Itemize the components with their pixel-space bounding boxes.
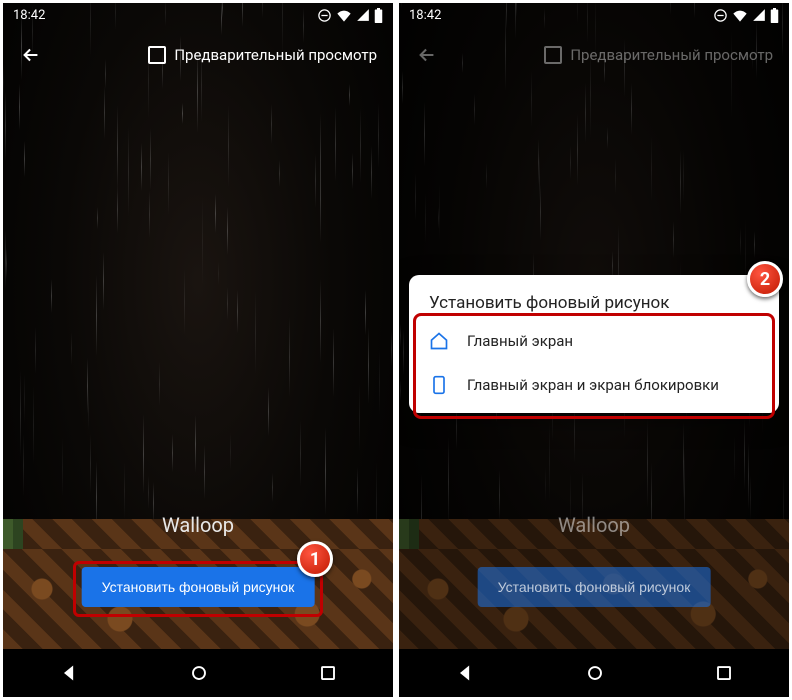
nav-recent-icon[interactable] xyxy=(319,664,337,682)
wifi-icon xyxy=(732,8,748,22)
dnd-icon xyxy=(713,8,728,23)
lock-screen-icon xyxy=(429,375,449,395)
back-button[interactable] xyxy=(11,35,51,75)
status-time: 18:42 xyxy=(13,8,45,23)
home-screen-icon xyxy=(429,331,449,351)
annotation-badge-2: 2 xyxy=(747,261,783,297)
status-bar: 18:42 xyxy=(3,3,393,27)
nav-bar xyxy=(3,649,393,697)
back-arrow-icon xyxy=(20,44,42,66)
preview-toggle[interactable]: Предварительный просмотр xyxy=(544,46,781,64)
nav-home-icon[interactable] xyxy=(586,664,604,682)
status-icons xyxy=(713,8,779,23)
checkbox-icon xyxy=(544,46,562,64)
set-wallpaper-button[interactable]: Установить фоновый рисунок xyxy=(82,567,315,607)
nav-home-icon[interactable] xyxy=(190,664,208,682)
dialog-title: Установить фоновый рисунок xyxy=(409,293,779,319)
nav-back-icon[interactable] xyxy=(59,663,79,683)
dialog-option-label: Главный экран и экран блокировки xyxy=(467,376,719,394)
wifi-icon xyxy=(336,8,352,22)
preview-label: Предварительный просмотр xyxy=(570,46,773,64)
signal-icon xyxy=(356,8,370,22)
nav-back-icon[interactable] xyxy=(455,663,475,683)
phone-screen-right: 18:42 Предварительный просмотр Walloop У… xyxy=(399,3,789,697)
battery-icon xyxy=(374,8,383,23)
dialog-option-both[interactable]: Главный экран и экран блокировки xyxy=(409,363,779,407)
status-bar: 18:42 xyxy=(399,3,789,27)
checkbox-icon xyxy=(148,46,166,64)
dialog-option-home[interactable]: Главный экран xyxy=(409,319,779,363)
app-title: Walloop xyxy=(3,513,393,537)
annotation-badge-1: 1 xyxy=(297,541,333,577)
app-title: Walloop xyxy=(399,513,789,537)
app-bar: Предварительный просмотр xyxy=(3,27,393,83)
nav-recent-icon[interactable] xyxy=(715,664,733,682)
battery-icon xyxy=(770,8,779,23)
back-arrow-icon xyxy=(416,44,438,66)
nav-bar xyxy=(399,649,789,697)
dialog-option-label: Главный экран xyxy=(467,332,573,350)
signal-icon xyxy=(752,8,766,22)
set-wallpaper-dialog: Установить фоновый рисунок Главный экран… xyxy=(409,275,779,413)
status-time: 18:42 xyxy=(409,8,441,23)
phone-screen-left: 18:42 Предварительный просмотр Walloop У… xyxy=(3,3,393,697)
dnd-icon xyxy=(317,8,332,23)
set-wallpaper-button: Установить фоновый рисунок xyxy=(478,567,711,607)
status-icons xyxy=(317,8,383,23)
app-bar: Предварительный просмотр xyxy=(399,27,789,83)
back-button[interactable] xyxy=(407,35,447,75)
preview-label: Предварительный просмотр xyxy=(174,46,377,64)
preview-toggle[interactable]: Предварительный просмотр xyxy=(148,46,385,64)
